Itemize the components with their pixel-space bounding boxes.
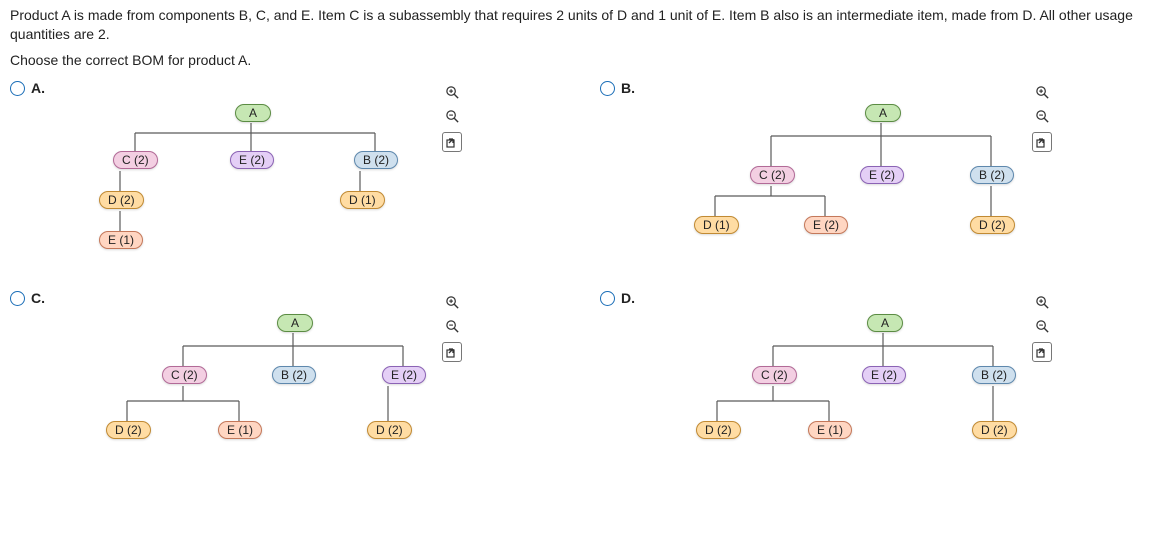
node-a: A <box>867 314 903 332</box>
node-e2b: E (2) <box>804 216 848 234</box>
node-a: A <box>865 104 901 122</box>
radio-c[interactable] <box>10 291 25 306</box>
option-a-diagram: A C (2) E (2) B (2) D (2) D (1) E (1) <box>65 96 435 276</box>
node-b2: B (2) <box>272 366 316 384</box>
node-e1: E (1) <box>218 421 262 439</box>
node-d2b: D (2) <box>972 421 1017 439</box>
zoom-in-icon[interactable] <box>443 294 461 312</box>
node-d2: D (2) <box>99 191 144 209</box>
question-statement: Product A is made from components B, C, … <box>0 0 1160 48</box>
node-d1: D (1) <box>694 216 739 234</box>
node-e1: E (1) <box>808 421 852 439</box>
zoom-out-icon[interactable] <box>1033 318 1051 336</box>
node-c2: C (2) <box>750 166 795 184</box>
radio-b[interactable] <box>600 81 615 96</box>
node-d2b: D (2) <box>367 421 412 439</box>
popout-icon[interactable] <box>442 132 462 152</box>
option-a-label: A. <box>31 80 45 96</box>
node-b2: B (2) <box>972 366 1016 384</box>
option-d: D. <box>600 288 1160 498</box>
option-b-label: B. <box>621 80 635 96</box>
zoom-out-icon[interactable] <box>443 318 461 336</box>
zoom-out-icon[interactable] <box>1033 108 1051 126</box>
node-a: A <box>277 314 313 332</box>
option-d-header[interactable]: D. <box>600 290 635 306</box>
radio-a[interactable] <box>10 81 25 96</box>
option-c-label: C. <box>31 290 45 306</box>
node-d1: D (1) <box>340 191 385 209</box>
node-e2: E (2) <box>862 366 906 384</box>
option-b-diagram: A C (2) E (2) B (2) D (1) E (2) D (2) <box>655 96 1025 276</box>
node-e2: E (2) <box>860 166 904 184</box>
node-c2: C (2) <box>162 366 207 384</box>
option-a-tools <box>442 84 462 152</box>
option-b-tools <box>1032 84 1052 152</box>
node-d2: D (2) <box>970 216 1015 234</box>
zoom-in-icon[interactable] <box>443 84 461 102</box>
option-c-tools <box>442 294 462 362</box>
node-c2: C (2) <box>113 151 158 169</box>
node-e2: E (2) <box>230 151 274 169</box>
popout-icon[interactable] <box>1032 132 1052 152</box>
node-e2: E (2) <box>382 366 426 384</box>
question-prompt: Choose the correct BOM for product A. <box>0 48 1160 78</box>
option-c-header[interactable]: C. <box>10 290 45 306</box>
popout-icon[interactable] <box>442 342 462 362</box>
zoom-in-icon[interactable] <box>1033 84 1051 102</box>
radio-d[interactable] <box>600 291 615 306</box>
node-d2: D (2) <box>696 421 741 439</box>
zoom-out-icon[interactable] <box>443 108 461 126</box>
option-b-header[interactable]: B. <box>600 80 635 96</box>
option-c: C. <box>10 288 570 498</box>
node-c2: C (2) <box>752 366 797 384</box>
option-c-diagram: A C (2) B (2) E (2) D (2) E (1) D (2) <box>65 306 435 486</box>
node-b2: B (2) <box>354 151 398 169</box>
node-e1: E (1) <box>99 231 143 249</box>
node-d2: D (2) <box>106 421 151 439</box>
option-a: A. <box>10 78 570 288</box>
options-area: A. <box>0 78 1160 518</box>
option-b: B. <box>600 78 1160 288</box>
option-d-label: D. <box>621 290 635 306</box>
node-a: A <box>235 104 271 122</box>
option-d-tools <box>1032 294 1052 362</box>
option-d-diagram: A C (2) E (2) B (2) D (2) E (1) D (2) <box>655 306 1025 486</box>
zoom-in-icon[interactable] <box>1033 294 1051 312</box>
node-b2: B (2) <box>970 166 1014 184</box>
option-a-header[interactable]: A. <box>10 80 45 96</box>
popout-icon[interactable] <box>1032 342 1052 362</box>
